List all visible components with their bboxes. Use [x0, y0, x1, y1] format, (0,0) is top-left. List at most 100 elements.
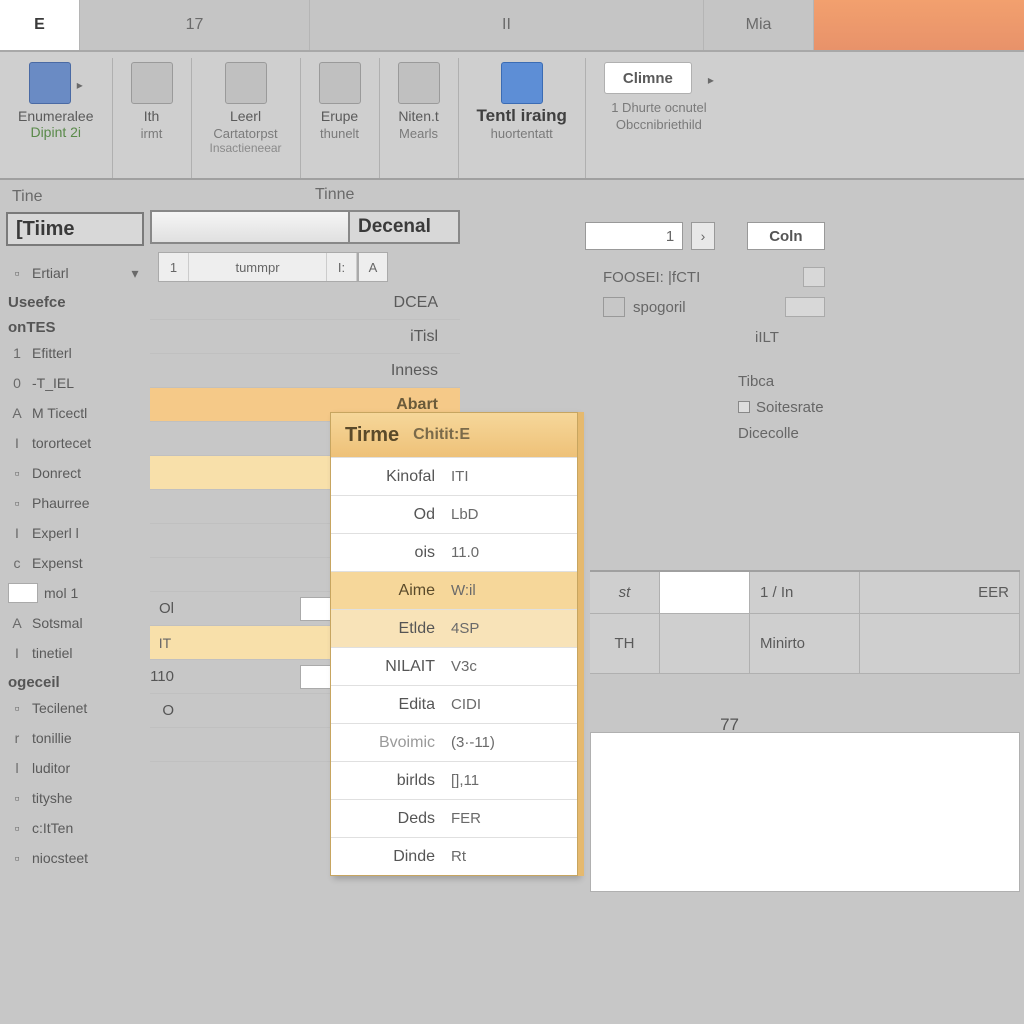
table-cell: TH — [590, 614, 660, 673]
gray-icon[interactable] — [131, 62, 173, 104]
table-row[interactable]: TH Minirto — [590, 614, 1020, 674]
list-item[interactable]: ▫Tecilenet — [6, 693, 144, 723]
square-icon: ▫ — [8, 850, 26, 866]
dropdown-item[interactable]: DindeRt — [331, 837, 577, 875]
stepper-up-icon[interactable]: › — [691, 222, 715, 250]
list-item[interactable]: 0-T_IEL — [6, 368, 144, 398]
time-box[interactable]: [Tiime — [6, 212, 144, 246]
list-item[interactable]: AM Ticectl — [6, 398, 144, 428]
value-input[interactable] — [150, 210, 350, 244]
tab-accent[interactable] — [814, 0, 1024, 50]
enumerate-icon[interactable] — [29, 62, 71, 104]
dropdown-item[interactable]: KinofalITI — [331, 457, 577, 495]
list-item[interactable]: ASotsmal — [6, 608, 144, 638]
panel-heading: Tine — [6, 188, 144, 206]
workspace: Tine [Tiime ▫ Ertiarl ▾ Useefce onTES 1E… — [0, 180, 1024, 1024]
stepper-value[interactable]: 1 — [585, 222, 683, 250]
section-heading: onTES — [6, 313, 144, 338]
list-item[interactable]: Inness — [150, 354, 460, 388]
blue-icon[interactable] — [501, 62, 543, 104]
table-cell — [660, 614, 750, 673]
checkbox-icon[interactable] — [738, 401, 750, 413]
list-item[interactable]: Itinetiel — [6, 638, 144, 668]
mini-tabbar: 1 tummpr I: — [158, 252, 358, 282]
list-item[interactable]: rtonillie — [6, 723, 144, 753]
gray-icon[interactable] — [398, 62, 440, 104]
dropdown-item-selected[interactable]: Etlde4SP — [331, 609, 577, 647]
option-row[interactable]: FOOSEI: |fCTI — [585, 262, 825, 292]
ribbon-sublabel: Obccnibriethild — [616, 117, 702, 132]
ribbon-sublabel: Dipint 2i — [30, 124, 81, 140]
ribbon-label: Erupe — [321, 108, 358, 124]
table-header[interactable] — [660, 572, 750, 613]
table-header[interactable]: 1 / In — [750, 572, 860, 613]
ribbon-sublabel: irmt — [141, 126, 163, 141]
dropdown-item[interactable]: NILAITV3c — [331, 647, 577, 685]
table-header[interactable]: st — [590, 572, 660, 613]
dropdown-item[interactable]: ois11.0 — [331, 533, 577, 571]
ribbon-sublabel: thunelt — [320, 126, 359, 141]
tab-3[interactable]: Mia — [704, 0, 814, 50]
ribbon-label: Leerl — [230, 108, 261, 124]
mini-tab-corner[interactable]: A — [358, 252, 388, 282]
table-header[interactable]: EER — [860, 572, 1020, 613]
checkbox-icon[interactable] — [603, 297, 625, 317]
ribbon-group-2: Leerl Cartatorpst Insactieneear — [192, 58, 301, 178]
list-item[interactable]: ▫ Ertiarl ▾ — [6, 258, 144, 288]
dropdown-item[interactable]: EditaCIDI — [331, 685, 577, 723]
time-box[interactable]: Climne — [604, 62, 692, 94]
list-item[interactable]: ▫Phaurree — [6, 488, 144, 518]
time-dropdown: Tirme Chitit:E KinofalITI OdLbD ois11.0 … — [330, 412, 578, 876]
decimal-label[interactable]: Decenal — [350, 210, 460, 244]
blank-content-area: 77 — [590, 732, 1020, 892]
gray-icon[interactable] — [319, 62, 361, 104]
list-item[interactable]: IExperl l — [6, 518, 144, 548]
ribbon-label: Niten.t — [398, 108, 438, 124]
tab-home[interactable]: E — [0, 0, 80, 50]
list-item[interactable]: iTisl — [150, 320, 460, 354]
list-item[interactable]: Soitesrate — [738, 394, 838, 420]
apply-button[interactable]: Coln — [747, 222, 825, 250]
mini-tab[interactable]: 1 — [159, 253, 189, 281]
list-item[interactable]: Tibca — [738, 368, 838, 394]
square-icon: ▫ — [8, 495, 26, 511]
list-item[interactable]: cExpenst — [6, 548, 144, 578]
option-icon — [785, 297, 825, 317]
dropdown-item[interactable]: OdLbD — [331, 495, 577, 533]
ribbon-group-6: Climne ▸ 1 Dhurte ocnutel Obccnibriethil… — [586, 58, 732, 178]
list-item[interactable]: ▫tityshe — [6, 783, 144, 813]
ribbon-label: Ith — [144, 108, 160, 124]
ribbon: ▸ Enumeralee Dipint 2i Ith irmt Leerl Ca… — [0, 52, 1024, 180]
dropdown-subtitle: Chitit:E — [413, 426, 470, 444]
ribbon-label: Enumeralee — [18, 108, 94, 124]
list-item[interactable]: Itorortecet — [6, 428, 144, 458]
tab-1[interactable]: 17 — [80, 0, 310, 50]
list-item[interactable]: Dicecolle — [738, 420, 838, 446]
tab-2[interactable]: II — [310, 0, 704, 50]
list-item[interactable]: DCEA — [150, 286, 460, 320]
dropdown-item[interactable]: birlds[],11 — [331, 761, 577, 799]
dropdown-item-selected[interactable]: AimeW:il — [331, 571, 577, 609]
table-cell: Minirto — [750, 614, 860, 673]
option-row[interactable]: spogoril — [585, 292, 825, 322]
list-item[interactable]: ▫c:ItTen — [6, 813, 144, 843]
column-heading: Tinne — [150, 180, 460, 210]
ribbon-sublabel: 1 Dhurte ocnutel — [611, 100, 706, 115]
mini-tab[interactable]: tummpr — [189, 253, 327, 281]
option-row[interactable]: iILT — [585, 322, 825, 352]
dropdown-item[interactable]: Bvoimic(3·-11) — [331, 723, 577, 761]
dropdown-arrow-icon[interactable]: ▸ — [77, 78, 83, 92]
mini-tab[interactable]: I: — [327, 253, 357, 281]
stepper-row: 1 › Coln — [585, 220, 825, 252]
square-icon: ▫ — [8, 790, 26, 806]
list-item[interactable]: ▫niocsteet — [6, 843, 144, 873]
tab-strip: E 17 II Mia — [0, 0, 1024, 52]
dropdown-arrow-icon[interactable]: ▸ — [708, 73, 714, 87]
dropdown-header: Tirme Chitit:E — [331, 413, 577, 457]
list-item[interactable]: 1Efitterl — [6, 338, 144, 368]
list-item[interactable]: mol 1 — [6, 578, 144, 608]
dropdown-item[interactable]: DedsFER — [331, 799, 577, 837]
list-item[interactable]: ▫Donrect — [6, 458, 144, 488]
gray-icon[interactable] — [225, 62, 267, 104]
list-item[interactable]: lluditor — [6, 753, 144, 783]
